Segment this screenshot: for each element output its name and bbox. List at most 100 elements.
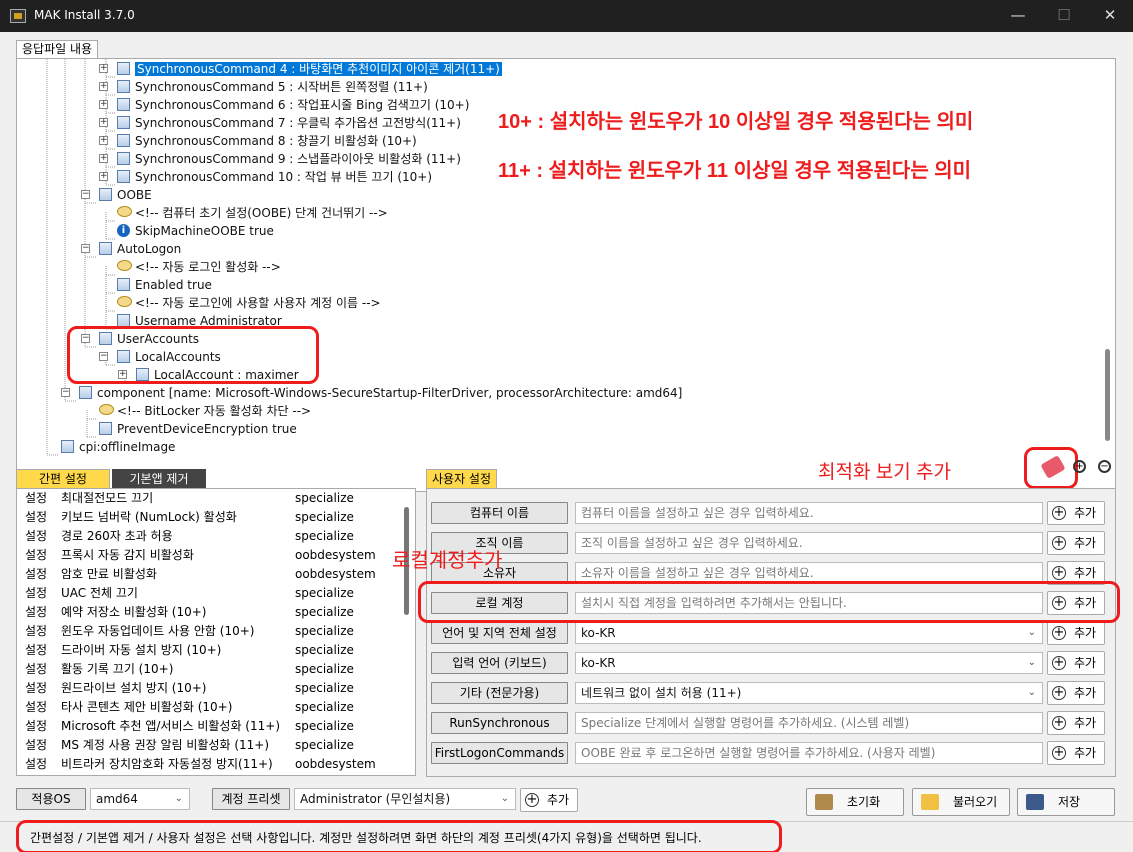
setting-name: 드라이버 자동 설치 방지 (10+) — [61, 643, 222, 657]
settings-row[interactable]: 설정 윈도우 자동업데이트 사용 안함 (10+) specialize — [17, 622, 397, 641]
os-label-button[interactable]: 적용OS — [16, 788, 86, 810]
setting-type: 설정 — [25, 738, 48, 752]
comment-icon — [99, 404, 114, 415]
preset-add-button[interactable]: + 추가 — [520, 788, 578, 812]
tree-node[interactable]: component [name: Microsoft-Windows-Secur… — [97, 384, 682, 402]
add-label: 추가 — [1074, 686, 1097, 700]
minimize-button[interactable]: — — [995, 0, 1041, 32]
tree-node[interactable]: SynchronousCommand 10 : 작업 뷰 버튼 끄기 (10+) — [135, 168, 432, 186]
setting-name: 비트라커 장치암호화 자동설정 방지(11+) — [61, 757, 273, 771]
settings-row[interactable]: 설정 타사 콘텐츠 제안 비활성화 (10+) specialize — [17, 698, 397, 717]
settings-row[interactable]: 설정 프록시 자동 감지 비활성화 oobdesystem — [17, 546, 397, 565]
tree-node[interactable]: <!-- 자동 로그인에 사용할 사용자 계정 이름 --> — [135, 294, 381, 312]
user-setting-select[interactable]: ko-KR ⌄ — [575, 622, 1043, 644]
collapse-toggle-icon[interactable]: − — [61, 388, 70, 397]
tree-node[interactable]: SynchronousCommand 5 : 시작버튼 왼쪽정렬 (11+) — [135, 78, 428, 96]
add-button[interactable]: + 추가 — [1047, 681, 1105, 705]
collapse-toggle-icon[interactable]: − — [81, 244, 90, 253]
tab-easy-settings[interactable]: 간편 설정 — [16, 469, 110, 489]
settings-row[interactable]: 설정 최대절전모드 끄기 specialize — [17, 489, 397, 508]
annotation-11plus: 11+ : 설치하는 윈도우가 11 이상일 경우 적용된다는 의미 — [498, 160, 972, 182]
add-button[interactable]: + 추가 — [1047, 651, 1105, 675]
plus-icon: + — [1052, 505, 1066, 520]
add-button[interactable]: + 추가 — [1047, 711, 1105, 735]
tree-node[interactable]: AutoLogon — [117, 240, 181, 258]
expand-toggle-icon[interactable]: + — [99, 172, 108, 181]
tree-scrollbar[interactable] — [1105, 349, 1110, 441]
user-setting-button[interactable]: FirstLogonCommands — [431, 742, 568, 764]
close-button[interactable]: ✕ — [1087, 0, 1133, 32]
setting-name: 키보드 넘버락 (NumLock) 활성화 — [61, 510, 237, 524]
settings-row[interactable]: 설정 원드라이브 설치 방지 (10+) specialize — [17, 679, 397, 698]
settings-row[interactable]: 설정 Microsoft 추천 앱/서비스 비활성화 (11+) specializ… — [17, 717, 397, 736]
add-button[interactable]: + 추가 — [1047, 621, 1105, 645]
user-setting-input[interactable]: Specialize 단계에서 실행할 명령어를 추가하세요. (시스템 레벨) — [575, 712, 1043, 734]
preset-select[interactable]: Administrator (무인설치용) ⌄ — [294, 788, 516, 810]
zoom-in-icon[interactable]: + — [1073, 460, 1086, 473]
input-placeholder: 조직 이름을 설정하고 싶은 경우 입력하세요. — [581, 536, 803, 550]
expand-toggle-icon[interactable]: + — [99, 154, 108, 163]
tree-node[interactable]: PreventDeviceEncryption true — [117, 420, 297, 438]
tree-node[interactable]: SynchronousCommand 7 : 우클릭 추가옵션 고전방식(11+… — [135, 114, 461, 132]
tree-node[interactable]: SkipMachineOOBE true — [135, 222, 274, 240]
settings-row[interactable]: 설정 경로 260자 초과 허용 specialize — [17, 527, 397, 546]
settings-row[interactable]: 설정 MS 계정 사용 권장 알림 비활성화 (11+) specialize — [17, 736, 397, 755]
expand-toggle-icon[interactable]: + — [99, 118, 108, 127]
maximize-button[interactable]: ☐ — [1041, 0, 1087, 32]
tree-node[interactable]: Enabled true — [135, 276, 212, 294]
preset-value: Administrator (무인설치용) — [300, 792, 451, 806]
tree-node[interactable]: SynchronousCommand 9 : 스냅플라이아웃 비활성화 (11+… — [135, 150, 461, 168]
expand-toggle-icon[interactable]: + — [99, 64, 108, 73]
tab-remove-default-apps[interactable]: 기본앱 제거 — [112, 469, 206, 489]
user-setting-button[interactable]: RunSynchronous — [431, 712, 568, 734]
add-label: 추가 — [1074, 506, 1097, 520]
user-setting-select[interactable]: 네트워크 없이 설치 허용 (11+) ⌄ — [575, 682, 1043, 704]
zoom-out-icon[interactable]: − — [1098, 460, 1111, 473]
expand-toggle-icon[interactable]: + — [99, 100, 108, 109]
add-button[interactable]: + 추가 — [1047, 501, 1105, 525]
settings-row[interactable]: 설정 활동 기록 끄기 (10+) specialize — [17, 660, 397, 679]
broom-icon — [815, 794, 833, 810]
settings-row[interactable]: 설정 비트라커 장치암호화 자동설정 방지(11+) oobdesystem — [17, 755, 397, 774]
folder-search-icon — [921, 794, 939, 810]
expand-toggle-icon[interactable]: + — [99, 82, 108, 91]
setting-type: 설정 — [25, 624, 48, 638]
tree-node[interactable]: <!-- BitLocker 자동 활성화 차단 --> — [117, 402, 311, 420]
xml-node-icon — [117, 116, 130, 129]
user-setting-select[interactable]: ko-KR ⌄ — [575, 652, 1043, 674]
expand-toggle-icon[interactable]: + — [99, 136, 108, 145]
setting-name: 프록시 자동 감지 비활성화 — [61, 548, 194, 562]
user-setting-button[interactable]: 입력 언어 (키보드) — [431, 652, 568, 674]
info-icon: i — [117, 224, 130, 237]
tree-node[interactable]: SynchronousCommand 6 : 작업표시줄 Bing 검색끄기 (… — [135, 96, 469, 114]
collapse-toggle-icon[interactable]: − — [81, 190, 90, 199]
user-setting-button[interactable]: 컴퓨터 이름 — [431, 502, 568, 524]
save-button[interactable]: 저장 — [1017, 788, 1115, 816]
user-setting-input[interactable]: 조직 이름을 설정하고 싶은 경우 입력하세요. — [575, 532, 1043, 554]
settings-row[interactable]: 설정 UAC 전체 끄기 specialize — [17, 584, 397, 603]
tree-node[interactable]: <!-- 컴퓨터 초기 설정(OOBE) 단계 건너뛰기 --> — [135, 204, 388, 222]
tree-node[interactable]: SynchronousCommand 4 : 바탕화면 추천이미지 아이콘 제거… — [135, 60, 502, 78]
xml-node-icon — [117, 170, 130, 183]
os-select[interactable]: amd64 ⌄ — [90, 788, 190, 810]
user-setting-button[interactable]: 언어 및 지역 전체 설정 — [431, 622, 568, 644]
reset-button[interactable]: 초기화 — [806, 788, 904, 816]
settings-row[interactable]: 설정 키보드 넘버락 (NumLock) 활성화 specialize — [17, 508, 397, 527]
settings-row[interactable]: 설정 예약 저장소 비활성화 (10+) specialize — [17, 603, 397, 622]
settings-row[interactable]: 설정 암호 만료 비활성화 oobdesystem — [17, 565, 397, 584]
tree-node[interactable]: cpi:offlineImage — [79, 438, 175, 456]
easy-settings-list[interactable]: 설정 최대절전모드 끄기 specialize 설정 키보드 넘버락 (NumLock)… — [16, 488, 416, 776]
add-button[interactable]: + 추가 — [1047, 531, 1105, 555]
tree-node[interactable]: <!-- 자동 로그인 활성화 --> — [135, 258, 281, 276]
user-setting-input[interactable]: 컴퓨터 이름을 설정하고 싶은 경우 입력하세요. — [575, 502, 1043, 524]
tree-node[interactable]: SynchronousCommand 8 : 창끌기 비활성화 (10+) — [135, 132, 417, 150]
user-setting-button[interactable]: 기타 (전문가용) — [431, 682, 568, 704]
tab-user-settings[interactable]: 사용자 설정 — [426, 469, 498, 489]
tree-node[interactable]: OOBE — [117, 186, 152, 204]
settings-row[interactable]: 설정 드라이버 자동 설치 방지 (10+) specialize — [17, 641, 397, 660]
load-button[interactable]: 불러오기 — [912, 788, 1010, 816]
preset-label-button[interactable]: 계정 프리셋 — [212, 788, 290, 810]
add-button[interactable]: + 추가 — [1047, 741, 1105, 765]
user-setting-input[interactable]: OOBE 완료 후 로그온하면 실행할 명령어를 추가하세요. (사용자 레벨) — [575, 742, 1043, 764]
tab-answer-file[interactable]: 응답파일 내용 — [16, 40, 99, 58]
